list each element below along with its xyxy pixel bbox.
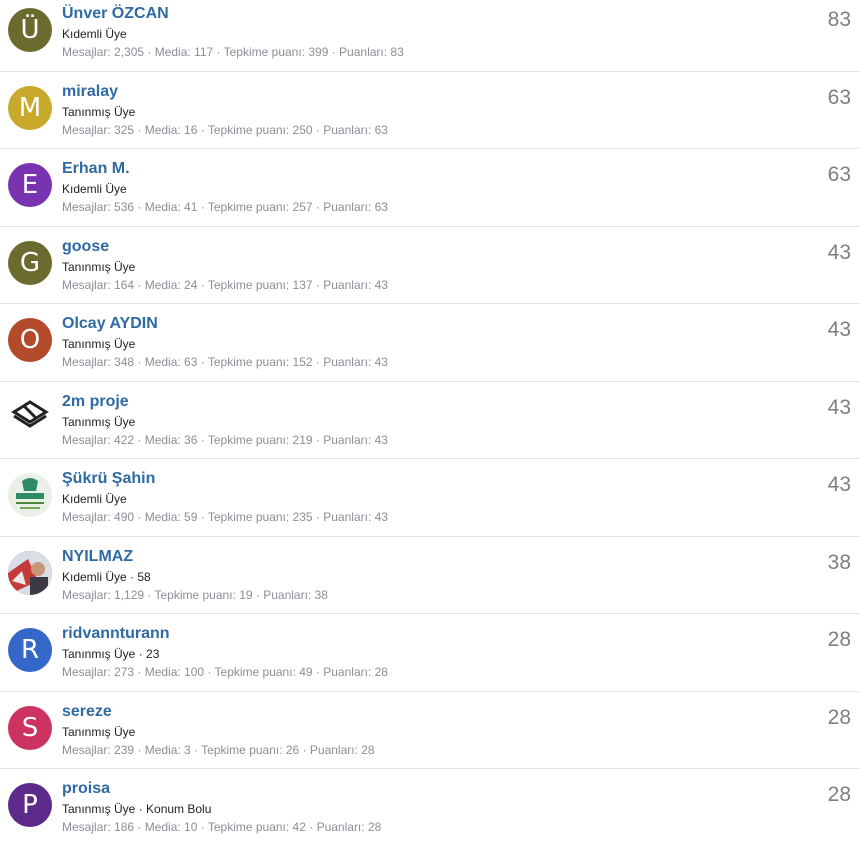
- member-title: Tanınmış Üye: [62, 259, 136, 274]
- avatar[interactable]: [8, 395, 52, 440]
- member-name-link[interactable]: Olcay AYDIN: [62, 315, 158, 333]
- list-item: O Olcay AYDIN Tanınmış Üye Mesajlar: 348…: [0, 304, 859, 382]
- member-stats: Mesajlar: 325 · Media: 16 · Tepkime puan…: [62, 122, 388, 137]
- list-item: R ridvannturann Tanınmış Üye · 23 Mesajl…: [0, 614, 859, 692]
- member-stats: Mesajlar: 490 · Media: 59 · Tepkime puan…: [62, 510, 388, 524]
- list-item: NYILMAZ Kıdemli Üye · 58 Mesajlar: 1,129…: [0, 537, 859, 614]
- avatar[interactable]: [8, 550, 52, 595]
- emblem-logo-icon: [8, 473, 52, 517]
- member-points: 43: [827, 473, 851, 496]
- member-name-link[interactable]: proisa: [62, 780, 110, 798]
- member-stats: Mesajlar: 186 · Media: 10 · Tepkime puan…: [62, 820, 382, 834]
- member-points: 38: [827, 550, 851, 574]
- member-stats: Mesajlar: 273 · Media: 100 · Tepkime pua…: [62, 665, 388, 679]
- member-title: Tanınmış Üye · 23: [62, 647, 160, 661]
- member-title: Kıdemli Üye · 58: [62, 569, 151, 584]
- avatar[interactable]: S: [8, 705, 52, 750]
- member-stats: Mesajlar: 1,129 · Tepkime puanı: 19 · Pu…: [62, 587, 328, 602]
- list-item: P proisa Tanınmış Üye · Konum Bolu Mesaj…: [0, 769, 859, 847]
- member-title: Tanınmış Üye: [62, 337, 136, 351]
- member-points: 28: [827, 705, 851, 729]
- member-stats: Mesajlar: 2,305 · Media: 117 · Tepkime p…: [62, 45, 404, 59]
- member-stats: Mesajlar: 239 · Media: 3 · Tepkime puanı…: [62, 742, 375, 757]
- member-name-link[interactable]: ridvannturann: [62, 625, 170, 643]
- member-name-link[interactable]: 2m proje: [62, 393, 129, 411]
- member-title: Tanınmış Üye: [62, 104, 136, 119]
- member-points: 43: [827, 318, 851, 341]
- avatar[interactable]: P: [8, 783, 52, 827]
- member-stats: Mesajlar: 422 · Media: 36 · Tepkime puan…: [62, 432, 388, 447]
- member-name-link[interactable]: Ünver ÖZCAN: [62, 5, 169, 23]
- avatar[interactable]: Ü: [8, 8, 52, 52]
- avatar[interactable]: M: [8, 85, 52, 130]
- avatar[interactable]: O: [8, 318, 52, 362]
- member-name-link[interactable]: Erhan M.: [62, 160, 130, 178]
- member-points: 28: [827, 783, 851, 806]
- member-title: Tanınmış Üye: [62, 414, 136, 429]
- member-title: Tanınmış Üye · Konum Bolu: [62, 802, 212, 816]
- list-item: S sereze Tanınmış Üye Mesajlar: 239 · Me…: [0, 692, 859, 769]
- avatar[interactable]: R: [8, 628, 52, 672]
- member-name-link[interactable]: NYILMAZ: [62, 548, 133, 566]
- photo-avatar-icon: [8, 550, 52, 595]
- member-name-link[interactable]: miralay: [62, 83, 118, 101]
- member-title: Kıdemli Üye: [62, 492, 127, 506]
- list-item: G goose Tanınmış Üye Mesajlar: 164 · Med…: [0, 227, 859, 304]
- member-title: Kıdemli Üye: [62, 182, 127, 196]
- avatar[interactable]: [8, 473, 52, 517]
- avatar[interactable]: E: [8, 163, 52, 207]
- cube-logo-icon: [11, 399, 49, 428]
- member-points: 43: [827, 240, 851, 264]
- member-points: 63: [827, 163, 851, 186]
- list-item: E Erhan M. Kıdemli Üye Mesajlar: 536 · M…: [0, 149, 859, 227]
- list-item: Şükrü Şahin Kıdemli Üye Mesajlar: 490 · …: [0, 459, 859, 537]
- member-points: 63: [827, 85, 851, 109]
- member-points: 83: [827, 8, 851, 31]
- member-title: Tanınmış Üye: [62, 724, 136, 739]
- member-list: Ü Ünver ÖZCAN Kıdemli Üye Mesajlar: 2,30…: [0, 0, 859, 847]
- member-stats: Mesajlar: 164 · Media: 24 · Tepkime puan…: [62, 277, 388, 292]
- member-points: 28: [827, 628, 851, 651]
- member-title: Kıdemli Üye: [62, 27, 127, 41]
- list-item: 2m proje Tanınmış Üye Mesajlar: 422 · Me…: [0, 382, 859, 459]
- list-item: Ü Ünver ÖZCAN Kıdemli Üye Mesajlar: 2,30…: [0, 0, 859, 72]
- list-item: M miralay Tanınmış Üye Mesajlar: 325 · M…: [0, 72, 859, 149]
- member-points: 43: [827, 395, 851, 419]
- member-name-link[interactable]: goose: [62, 238, 109, 256]
- avatar[interactable]: G: [8, 240, 52, 285]
- member-stats: Mesajlar: 536 · Media: 41 · Tepkime puan…: [62, 200, 388, 214]
- member-stats: Mesajlar: 348 · Media: 63 · Tepkime puan…: [62, 355, 388, 369]
- member-name-link[interactable]: sereze: [62, 703, 112, 721]
- member-name-link[interactable]: Şükrü Şahin: [62, 470, 155, 488]
